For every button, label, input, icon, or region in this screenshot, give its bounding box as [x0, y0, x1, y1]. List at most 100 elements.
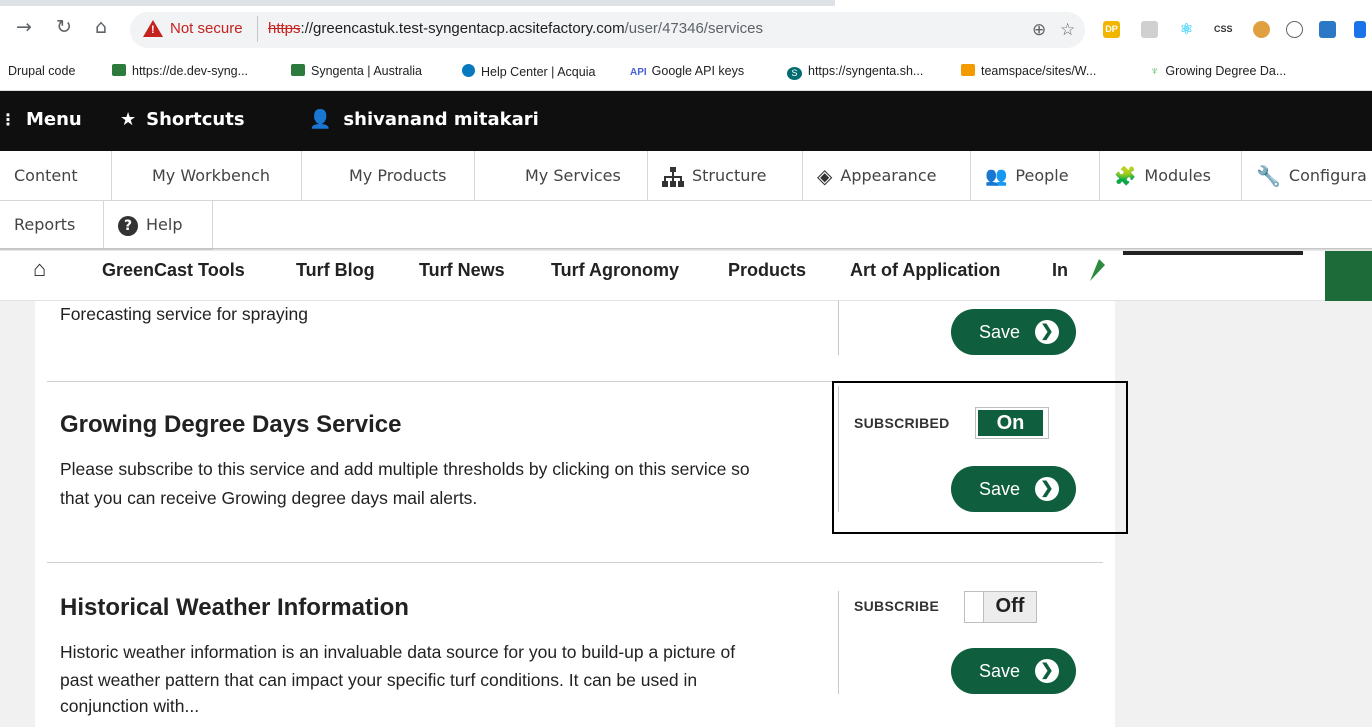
service-description-line: past weather pattern that can impact you… [60, 670, 698, 690]
circle-extension-icon[interactable] [1286, 21, 1303, 38]
teamspace-icon [961, 64, 975, 76]
tray-configuration[interactable]: 🔧 Configura [1242, 151, 1372, 200]
service-title: Growing Degree Days Service [60, 411, 402, 438]
tray-label: Structure [692, 166, 767, 185]
bookmark-label: teamspace/sites/W... [981, 64, 1097, 78]
syngenta-icon [291, 64, 305, 76]
not-secure-label[interactable]: Not secure [170, 20, 243, 37]
menu-button[interactable]: ⋮ Menu [0, 109, 82, 130]
user-button[interactable]: 👤 shivanand mitakari [309, 109, 539, 130]
url-host: ://greencastuk.test-syngentacp.acsitefac… [300, 20, 625, 37]
nav-turf-agronomy[interactable]: Turf Agronomy [551, 260, 679, 281]
tray-label: Appearance [840, 166, 937, 185]
chevron-right-icon: ❯ [1035, 320, 1059, 344]
star-icon[interactable]: ☆ [1060, 20, 1075, 40]
forward-icon[interactable]: → [16, 16, 32, 38]
acquia-icon [462, 64, 475, 77]
url-separator [257, 16, 258, 42]
url-scheme: https [268, 20, 301, 37]
tray-my-products[interactable]: My Products [302, 151, 475, 200]
subscription-toggle[interactable]: Off [964, 591, 1037, 623]
brand-badge [1325, 251, 1372, 301]
shortcuts-label: Shortcuts [146, 109, 245, 130]
tray-people[interactable]: 👥 People [971, 151, 1100, 200]
structure-icon [662, 166, 684, 187]
user-icon: 👤 [309, 109, 332, 130]
bookmark-growing-degree[interactable]: ♆ Growing Degree Da... [1150, 64, 1286, 78]
bookmark-drupal-code[interactable]: Drupal code [8, 64, 75, 78]
bookmark-sharepoint[interactable]: Shttps://syngenta.sh... [787, 64, 923, 80]
bookmark-syngenta-australia[interactable]: Syngenta | Australia [291, 64, 422, 78]
bookmark-label: Growing Degree Da... [1165, 64, 1287, 78]
tray-label: Reports [14, 215, 76, 234]
nav-art-of-application[interactable]: Art of Application [850, 260, 1000, 281]
nav-turf-news[interactable]: Turf News [419, 260, 505, 281]
bookmark-acquia[interactable]: Help Center | Acquia [462, 64, 595, 79]
admin-toolbar: ⋮ Menu ★ Shortcuts 👤 shivanand mitakari [0, 91, 1372, 151]
tray-label: Configura [1288, 166, 1367, 185]
greencast-logo[interactable] [1085, 251, 1305, 281]
shortcuts-button[interactable]: ★ Shortcuts [120, 109, 245, 130]
menu-label: Menu [26, 109, 82, 130]
people-icon: 👥 [985, 166, 1008, 187]
tray-label: Help [146, 215, 183, 234]
chevron-right-icon: ❯ [1035, 659, 1059, 683]
reload-icon[interactable]: ↻ [56, 16, 72, 38]
tray-appearance[interactable]: ◈ Appearance [803, 151, 971, 200]
grid-extension-icon[interactable] [1141, 21, 1158, 38]
paint-icon: ◈ [817, 164, 833, 188]
api-icon: API [630, 67, 647, 78]
bookmark-de-dev[interactable]: https://de.dev-syng... [112, 64, 248, 78]
blue-extension-icon[interactable] [1319, 21, 1336, 38]
tray-label: My Services [525, 166, 621, 185]
subscription-status: SUBSCRIBE [854, 598, 940, 614]
bookmark-label: Help Center | Acquia [481, 65, 596, 79]
react-extension-icon[interactable]: ⚛ [1178, 21, 1195, 38]
bookmark-teamspace[interactable]: teamspace/sites/W... [961, 64, 1096, 78]
greencast-logo-fragment [1090, 251, 1303, 281]
nav-products[interactable]: Products [728, 260, 806, 281]
nav-industry-support[interactable]: In [1052, 260, 1068, 281]
tray-help[interactable]: ? Help [104, 200, 212, 249]
admin-tray-row-2: Reports ? Help [0, 200, 213, 250]
save-button[interactable]: Save ❯ [951, 309, 1076, 355]
edge-extension-icon[interactable] [1354, 21, 1366, 38]
browser-toolbar: → ↻ ⌂ ! Not secure https://greencastuk.t… [0, 6, 1372, 54]
bookmarks-bar: Drupal code https://de.dev-syng... Synge… [0, 54, 1372, 91]
save-button[interactable]: Save ❯ [951, 648, 1076, 694]
tray-reports[interactable]: Reports [0, 200, 104, 249]
zoom-icon[interactable]: ⊕ [1032, 20, 1046, 40]
tray-content[interactable]: Content [0, 151, 112, 200]
url-path: /user/47346/services [624, 20, 763, 37]
home-icon[interactable]: ⌂ [95, 16, 107, 38]
help-icon: ? [118, 215, 138, 236]
bookmark-google-api[interactable]: API Google API keys [630, 64, 744, 78]
admin-tray-row: Content My Workbench My Products My Serv… [0, 151, 1372, 201]
save-label: Save [979, 661, 1021, 681]
tray-my-workbench[interactable]: My Workbench [112, 151, 302, 200]
home-icon[interactable]: ⌂ [33, 256, 46, 282]
tray-left-edge [0, 151, 4, 250]
bookmark-label: https://de.dev-syng... [132, 64, 249, 78]
tray-modules[interactable]: 🧩 Modules [1100, 151, 1242, 200]
annotation-highlight-box [832, 381, 1128, 534]
cookie-extension-icon[interactable] [1253, 21, 1270, 38]
wrench-icon: 🔧 [1256, 164, 1281, 188]
service-description-line: Please subscribe to this service and add… [60, 459, 750, 479]
star-icon: ★ [120, 109, 137, 130]
divider [47, 562, 1103, 563]
tray-label: My Products [349, 166, 447, 185]
tray-label: Modules [1144, 166, 1211, 185]
dp-extension-icon[interactable]: DP [1103, 21, 1120, 38]
nav-turf-blog[interactable]: Turf Blog [296, 260, 375, 281]
menu-icon: ⋮ [0, 110, 16, 129]
user-name: shivanand mitakari [343, 109, 539, 130]
url-text[interactable]: https://greencastuk.test-syngentacp.acsi… [268, 20, 763, 37]
nav-greencast-tools[interactable]: GreenCast Tools [102, 260, 245, 281]
bookmark-label: https://syngenta.sh... [808, 64, 924, 78]
css-extension-icon[interactable]: CSS [1214, 21, 1233, 38]
tray-structure[interactable]: Structure [648, 151, 803, 200]
tray-label: My Workbench [152, 166, 270, 185]
bookmark-label: Google API keys [651, 64, 745, 78]
tray-my-services[interactable]: My Services [475, 151, 648, 200]
